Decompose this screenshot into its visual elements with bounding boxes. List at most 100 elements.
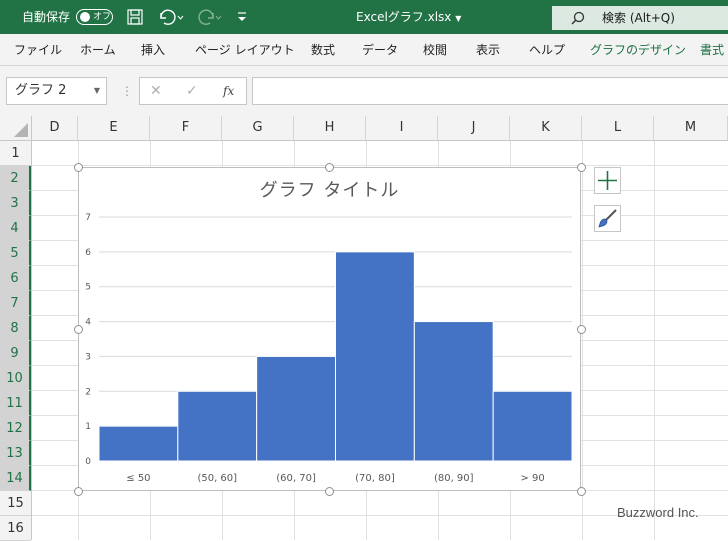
search-box[interactable]: 検索 (Alt+Q) <box>552 6 728 30</box>
chevron-down-icon: ▼ <box>455 14 462 23</box>
tab-insert[interactable]: 挿入 <box>141 34 165 66</box>
resize-handle[interactable] <box>74 163 83 172</box>
tab-view[interactable]: 表示 <box>476 34 500 66</box>
x-tick-label: (50, 60] <box>197 473 237 484</box>
tab-chart-design[interactable]: グラフのデザイン <box>590 34 686 66</box>
histogram-bar[interactable] <box>335 251 415 462</box>
column-headers: D E F G H I J K L M <box>0 116 728 141</box>
resize-handle[interactable] <box>74 487 83 496</box>
row-header[interactable]: 5 <box>0 241 31 266</box>
file-name[interactable]: Excelグラフ.xlsx ▼ <box>356 0 461 34</box>
tab-help[interactable]: ヘルプ <box>529 34 565 66</box>
row-header[interactable]: 11 <box>0 391 31 416</box>
x-tick-label: (70, 80] <box>355 473 395 484</box>
toggle-knob-icon <box>80 12 90 22</box>
column-header[interactable]: M <box>654 116 728 140</box>
insert-function-icon[interactable]: fx <box>223 78 234 104</box>
column-header[interactable]: G <box>222 116 294 140</box>
y-tick-label: 4 <box>85 318 91 328</box>
column-header[interactable]: D <box>32 116 78 140</box>
tab-page-layout[interactable]: ページ レイアウト <box>195 34 295 66</box>
y-tick-label: 5 <box>85 283 91 293</box>
y-tick-label: 3 <box>85 352 91 362</box>
file-name-text: Excelグラフ.xlsx <box>356 10 452 24</box>
row-header[interactable]: 12 <box>0 416 31 441</box>
column-header[interactable]: J <box>438 116 510 140</box>
cancel-icon[interactable]: ✕ <box>150 78 162 104</box>
autosave-label: 自動保存 <box>22 10 71 24</box>
y-tick-label: 6 <box>85 248 91 258</box>
save-icon[interactable] <box>126 0 144 34</box>
y-tick-label: 7 <box>85 213 91 223</box>
resize-handle[interactable] <box>74 325 83 334</box>
undo-icon[interactable] <box>156 0 184 34</box>
autosave-state: オフ <box>93 12 112 22</box>
tab-formulas[interactable]: 数式 <box>311 34 335 66</box>
row-header[interactable]: 6 <box>0 266 31 291</box>
tab-home[interactable]: ホーム <box>80 34 116 66</box>
row-header[interactable]: 7 <box>0 291 31 316</box>
row-header[interactable]: 16 <box>0 516 31 541</box>
x-tick-label: (60, 70] <box>276 473 316 484</box>
histogram-bar[interactable] <box>492 390 573 462</box>
chart-elements-button[interactable] <box>594 167 621 194</box>
y-tick-label: 1 <box>85 422 91 432</box>
autosave-toggle[interactable]: オフ <box>76 9 113 25</box>
column-header[interactable]: E <box>78 116 150 140</box>
title-bar: 自動保存 オフ Excelグラフ.xlsx ▼ 検索 (Alt+Q) <box>0 0 728 34</box>
chart-styles-button[interactable] <box>594 205 621 232</box>
more-options-icon[interactable]: ⋮ <box>121 77 133 105</box>
enter-icon[interactable]: ✓ <box>186 78 198 104</box>
column-header[interactable]: F <box>150 116 222 140</box>
row-header[interactable]: 1 <box>0 141 31 166</box>
formula-input[interactable] <box>252 77 728 105</box>
tab-file[interactable]: ファイル <box>14 34 62 66</box>
paintbrush-icon <box>598 209 617 228</box>
histogram-bar[interactable] <box>413 321 494 462</box>
x-tick-label: > 90 <box>520 473 544 484</box>
chevron-down-icon[interactable]: ▼ <box>94 78 100 104</box>
resize-handle[interactable] <box>325 163 334 172</box>
row-header[interactable]: 9 <box>0 341 31 366</box>
row-headers: 1 2 3 4 5 6 7 8 9 10 11 12 13 14 15 16 <box>0 141 32 541</box>
resize-handle[interactable] <box>577 487 586 496</box>
tab-format[interactable]: 書式 <box>700 34 724 66</box>
redo-icon[interactable] <box>194 0 222 34</box>
tab-review[interactable]: 校閲 <box>423 34 447 66</box>
row-header[interactable]: 8 <box>0 316 31 341</box>
row-header[interactable]: 10 <box>0 366 31 391</box>
row-header[interactable]: 3 <box>0 191 31 216</box>
row-header[interactable]: 4 <box>0 216 31 241</box>
search-label: 検索 (Alt+Q) <box>602 11 675 25</box>
select-all-corner[interactable] <box>0 116 32 140</box>
column-header[interactable]: I <box>366 116 438 140</box>
resize-handle[interactable] <box>577 163 586 172</box>
name-box-value: グラフ 2 <box>15 83 67 98</box>
histogram-bar[interactable] <box>177 390 258 462</box>
y-tick-label: 2 <box>85 387 91 397</box>
column-header[interactable]: H <box>294 116 366 140</box>
resize-handle[interactable] <box>577 325 586 334</box>
formula-buttons: ✕ ✓ fx <box>139 77 247 105</box>
plus-icon <box>598 171 617 190</box>
tab-data[interactable]: データ <box>362 34 398 66</box>
select-all-icon <box>14 123 28 137</box>
y-tick-label: 0 <box>85 457 91 467</box>
chart-plot: 0 1 2 3 4 5 6 7 ≤ 50 (50, 60] (60, 70] (70, 80] (80… <box>85 213 573 484</box>
histogram-bar[interactable] <box>98 425 179 462</box>
x-tick-label: (80, 90] <box>434 473 474 484</box>
name-box[interactable]: グラフ 2 ▼ <box>6 77 107 105</box>
row-header[interactable]: 15 <box>0 491 31 516</box>
row-header[interactable]: 2 <box>0 166 31 191</box>
ribbon-tabs: ファイル ホーム 挿入 ページ レイアウト 数式 データ 校閲 表示 ヘルプ グ… <box>0 34 728 66</box>
histogram-chart[interactable]: グラフ タイトル 01234567 ≤ 50 (50, 60] (60, 70] (7… <box>78 167 581 491</box>
formula-bar: グラフ 2 ▼ ⋮ ✕ ✓ fx <box>0 66 728 116</box>
row-header[interactable]: 13 <box>0 441 31 466</box>
customize-quick-access-icon[interactable] <box>236 0 248 34</box>
x-tick-label: ≤ 50 <box>126 473 150 484</box>
histogram-bar[interactable] <box>256 355 337 462</box>
resize-handle[interactable] <box>325 487 334 496</box>
column-header[interactable]: L <box>582 116 654 140</box>
column-header[interactable]: K <box>510 116 582 140</box>
row-header[interactable]: 14 <box>0 466 31 491</box>
